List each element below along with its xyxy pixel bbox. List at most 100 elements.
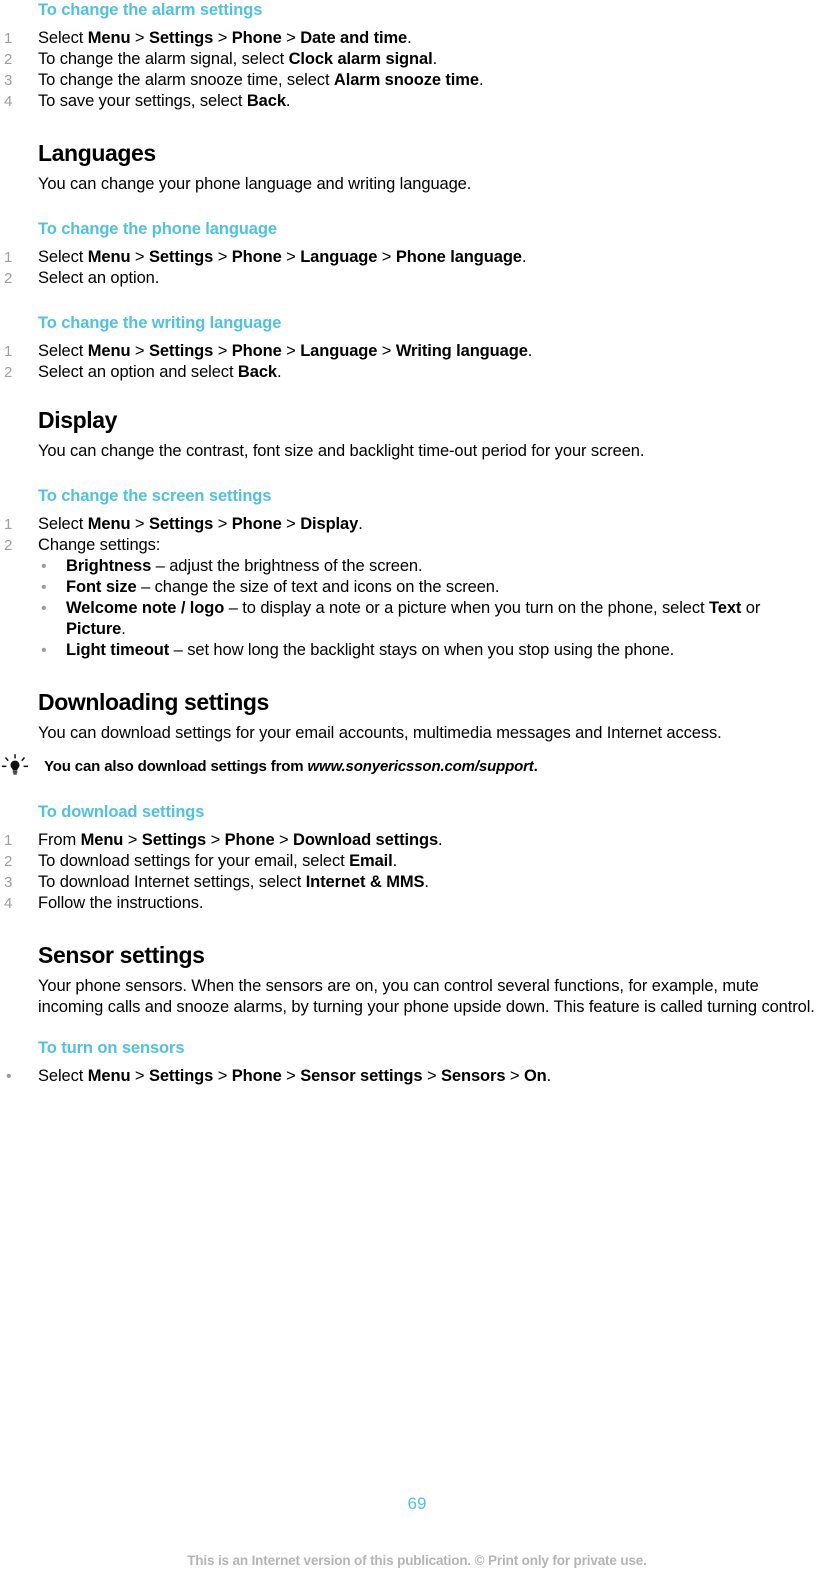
text-run: Select	[38, 515, 88, 533]
step-number: 4	[4, 895, 13, 912]
menu-term: Sensors	[441, 1067, 506, 1085]
step-item: 4 To save your settings, select Back.	[0, 91, 834, 112]
menu-term: Menu	[87, 1067, 131, 1085]
menu-term: Alarm snooze time	[333, 71, 479, 89]
text-run: .	[121, 620, 126, 638]
sub-bullet-item: Font size – change the size of text and …	[38, 577, 822, 598]
path-separator: >	[281, 342, 301, 360]
text-run: To change the alarm snooze time, select	[38, 71, 334, 89]
step-number: 1	[4, 343, 13, 360]
step-item: 1 From Menu > Settings > Phone > Download…	[0, 830, 834, 851]
text-run: – set how long the backlight stays on wh…	[169, 641, 675, 659]
menu-term: Menu	[87, 29, 131, 47]
section-heading-sensor-settings: Sensor settings	[38, 942, 205, 968]
step-item: 2 Select an option.	[0, 268, 834, 289]
path-separator: >	[422, 1067, 442, 1085]
section-heading-languages: Languages	[38, 140, 156, 166]
menu-term: Picture	[66, 620, 122, 638]
sub-bullet-list: Brightness – adjust the brightness of th…	[38, 556, 822, 661]
menu-term: Menu	[80, 831, 124, 849]
menu-term: Menu	[87, 248, 131, 266]
text-run: .	[527, 342, 533, 360]
section-sensor-settings: Sensor settings Your phone sensors. When…	[0, 942, 834, 1087]
menu-term: Settings	[141, 831, 207, 849]
path-separator: >	[274, 831, 294, 849]
step-item: 2 Change settings: Brightness – adjust the…	[0, 535, 834, 661]
step-item: 1 Select Menu > Settings > Phone > Langua…	[0, 247, 834, 268]
path-separator: >	[281, 248, 301, 266]
menu-term: Date and time	[300, 29, 408, 47]
intro-text-display: You can change the contrast, font size a…	[38, 442, 645, 460]
step-text: Select an option and select Back.	[38, 363, 282, 381]
path-separator: >	[130, 29, 149, 47]
path-separator: >	[213, 248, 232, 266]
path-separator: >	[281, 1067, 301, 1085]
step-text: Select Menu > Settings > Phone > Languag…	[38, 342, 532, 360]
menu-term: Menu	[87, 342, 131, 360]
text-run: Select	[38, 342, 88, 360]
procedure-heading-writing-language: To change the writing language	[38, 314, 282, 332]
text-run: .	[424, 873, 429, 891]
text-run: .	[521, 248, 527, 266]
sub-bullet-item: Brightness – adjust the brightness of th…	[38, 556, 822, 577]
menu-term: Writing language	[395, 342, 528, 360]
step-number: 3	[4, 72, 13, 89]
path-separator: >	[130, 248, 149, 266]
path-separator: >	[130, 1067, 149, 1085]
menu-term: Phone	[231, 515, 282, 533]
menu-term: Email	[349, 852, 393, 870]
path-separator: >	[123, 831, 142, 849]
text-run: From	[38, 831, 81, 849]
step-text: Follow the instructions.	[38, 894, 204, 912]
procedure-heading-alarm-settings: To change the alarm settings	[38, 1, 263, 19]
menu-term: Phone	[231, 1067, 282, 1085]
tip-text-before: You can also download settings from	[44, 758, 308, 775]
step-list-screen-settings: 1 Select Menu > Settings > Phone > Displa…	[0, 514, 834, 661]
path-separator: >	[377, 342, 396, 360]
step-item: 2 To change the alarm signal, select Cloc…	[0, 49, 834, 70]
step-text: To save your settings, select Back.	[38, 92, 291, 110]
text-run: .	[392, 852, 398, 870]
menu-term: Back	[237, 363, 277, 381]
path-separator: >	[213, 515, 232, 533]
tip-note: You can also download settings from www.…	[0, 754, 834, 778]
manual-page: To change the alarm settings 1 Select Men…	[0, 0, 834, 1590]
text-run: .	[546, 1067, 552, 1085]
path-separator: >	[206, 831, 225, 849]
step-item: 1 Select Menu > Settings > Phone > Displa…	[0, 514, 834, 535]
menu-term: Back	[246, 92, 286, 110]
menu-term: Settings	[148, 342, 214, 360]
page-content: To change the alarm settings 1 Select Men…	[0, 0, 834, 1087]
menu-term: Settings	[148, 515, 214, 533]
step-text: Select Menu > Settings > Phone > Date an…	[38, 29, 412, 47]
menu-term: Settings	[148, 29, 214, 47]
text-run: .	[276, 363, 282, 381]
step-text: From Menu > Settings > Phone > Download …	[38, 831, 443, 849]
intro-text-languages: You can change your phone language and w…	[38, 175, 472, 193]
text-run: Select	[38, 29, 88, 47]
step-text: To download Internet settings, select In…	[38, 873, 429, 891]
step-item: 3 To change the alarm snooze time, select…	[0, 70, 834, 91]
section-heading-downloading-settings: Downloading settings	[38, 689, 269, 715]
menu-term: On	[523, 1067, 547, 1085]
menu-term: Display	[300, 515, 359, 533]
step-number: 1	[4, 832, 13, 849]
menu-term: Light timeout	[66, 641, 170, 659]
text-run: Select an option and select	[38, 363, 238, 381]
text-run: To save your settings, select	[38, 92, 247, 110]
sub-bullet-item: Light timeout – set how long the backlig…	[38, 640, 822, 661]
path-separator: >	[213, 342, 232, 360]
menu-term: Settings	[148, 1067, 214, 1085]
step-text: To download settings for your email, sel…	[38, 852, 397, 870]
step-item: 2 To download settings for your email, se…	[0, 851, 834, 872]
step-number: 4	[4, 93, 13, 110]
menu-term: Phone	[231, 248, 282, 266]
step-text: Select Menu > Settings > Phone > Display…	[38, 515, 363, 533]
step-number: 2	[4, 51, 13, 68]
